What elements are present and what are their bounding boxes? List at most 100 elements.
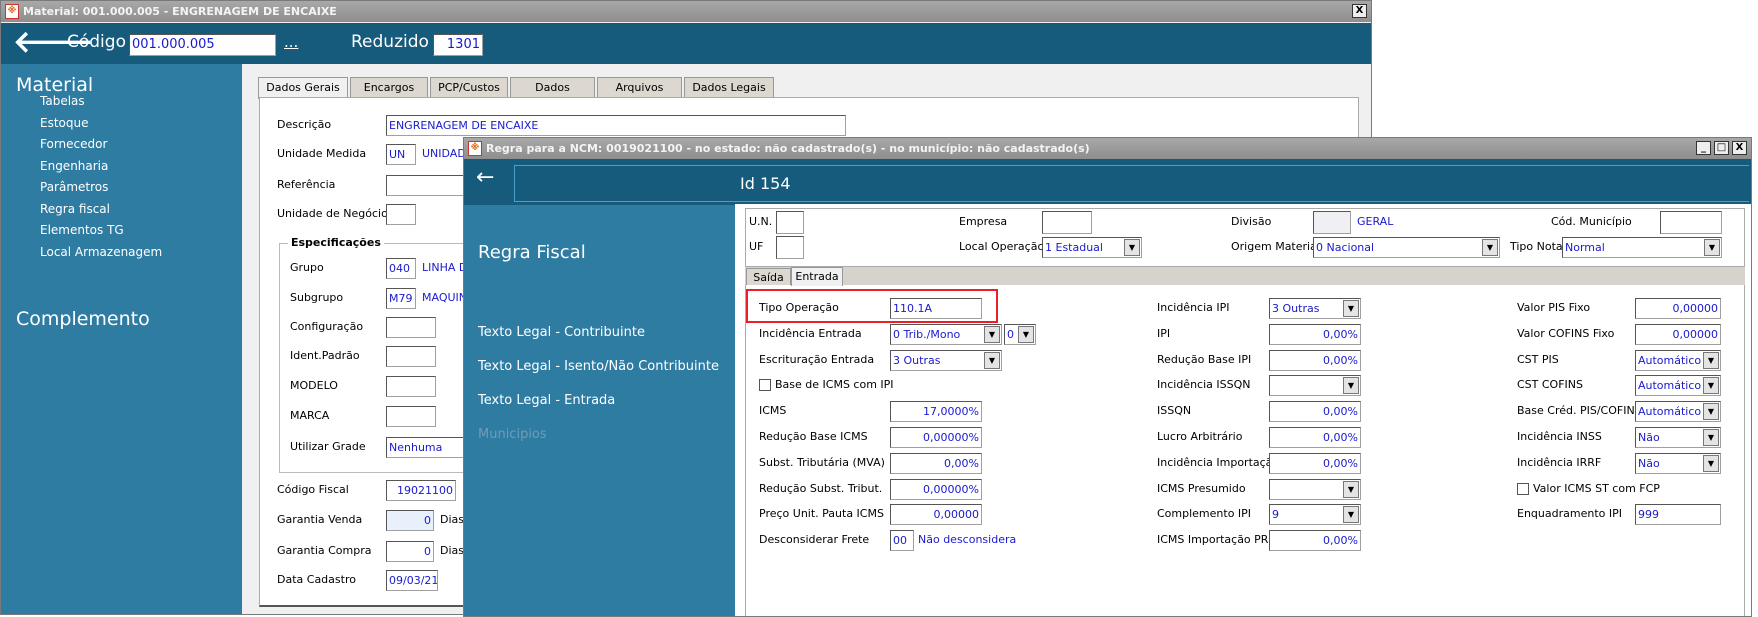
descricao-value-input[interactable]: ENGRENAGEM DE ENCAIXE <box>386 115 846 136</box>
sidebar-item[interactable]: Elementos TG <box>40 223 124 237</box>
empresa-input[interactable] <box>1042 211 1092 234</box>
close-button[interactable]: X <box>1352 4 1367 18</box>
reduc-a-o-subst-tribut-input[interactable]: 0,00000% <box>890 478 982 500</box>
incide-ncia-irrf-select[interactable]: Não ▼ <box>1635 452 1721 474</box>
referencia-input[interactable] <box>386 175 466 196</box>
uf-input[interactable] <box>776 236 804 259</box>
chevron-down-icon[interactable]: ▼ <box>1343 506 1359 524</box>
modelo-input[interactable] <box>386 376 436 397</box>
valor-pis-fixo-input[interactable]: 0,00000 <box>1635 298 1721 319</box>
tab-1[interactable]: Encargos <box>350 77 428 97</box>
codigo-input[interactable]: 001.000.005 <box>129 34 276 56</box>
ipi-input[interactable]: 0,00% <box>1269 323 1361 345</box>
tab-saida[interactable]: Saída <box>746 268 791 285</box>
divisao-input[interactable] <box>1313 211 1351 234</box>
chevron-down-icon[interactable]: ▼ <box>1124 239 1140 256</box>
nav-texto-legal-1[interactable]: Texto Legal - Isento/Não Contribuinte <box>478 359 719 374</box>
sidebar-item[interactable]: Estoque <box>40 116 89 130</box>
sidebar-item[interactable]: Engenharia <box>40 159 108 173</box>
sidebar-item[interactable]: Local Armazenagem <box>40 245 162 259</box>
cst-pis-select[interactable]: Automático ▼ <box>1635 349 1721 371</box>
chevron-down-icon[interactable]: ▼ <box>1343 377 1359 395</box>
desconsiderar-frete-input[interactable]: 00 <box>890 530 914 552</box>
configuracao-label: Configuração <box>290 320 364 333</box>
incide-ncia-entrada-extra-select[interactable]: 0 ▼ <box>1004 323 1036 345</box>
icms-importac-a-o-pr-input[interactable]: 0,00% <box>1269 530 1361 552</box>
sidebar-item[interactable]: Tabelas <box>40 94 85 108</box>
ident-input[interactable] <box>386 346 436 367</box>
incide-ncia-entrada-select[interactable]: 0 Trib./Mono ▼ <box>890 323 1002 345</box>
incide-ncia-importac-a-o-label: Incidência Importação <box>1157 455 1280 469</box>
unidade-value-input[interactable]: UN <box>386 144 416 165</box>
valor-icms-st-com-fcp-checkbox[interactable] <box>1517 482 1529 495</box>
valor-cofins-fixo-input[interactable]: 0,00000 <box>1635 323 1721 345</box>
gar-compra-value-input[interactable]: 0 <box>386 541 434 562</box>
chevron-down-icon[interactable]: ▼ <box>1343 300 1359 317</box>
origem-select[interactable]: 0 Nacional ▼ <box>1313 237 1500 258</box>
tipo-nota-select[interactable]: Normal ▼ <box>1562 237 1722 258</box>
un-input[interactable] <box>776 211 804 234</box>
cod-municipio-input[interactable] <box>1660 211 1722 234</box>
nav-texto-legal-2[interactable]: Texto Legal - Entrada <box>478 393 615 408</box>
app-icon: ※ <box>468 141 482 156</box>
minimize-button[interactable]: _ <box>1696 141 1711 155</box>
prec-o-unit-pauta-icms-input[interactable]: 0,00000 <box>890 504 982 526</box>
chevron-down-icon[interactable]: ▼ <box>1703 377 1719 395</box>
tab-3[interactable]: Dados Adicionais <box>510 77 595 113</box>
incide-ncia-inss-select[interactable]: Não ▼ <box>1635 427 1721 448</box>
icms-presumido-select[interactable]: ▼ <box>1269 478 1361 500</box>
cst-cofins-select[interactable]: Automático ▼ <box>1635 375 1721 397</box>
sidebar-heading-complemento[interactable]: Complemento <box>16 308 150 330</box>
unid-negocio-input[interactable] <box>386 204 416 225</box>
close-button[interactable]: X <box>1732 141 1747 155</box>
chevron-down-icon[interactable]: ▼ <box>1343 480 1359 498</box>
chevron-down-icon[interactable]: ▼ <box>984 351 1000 369</box>
sidebar-item[interactable]: Regra fiscal <box>40 202 110 216</box>
base-cre-d-pis-cofins-select[interactable]: Automático ▼ <box>1635 401 1721 423</box>
local-operacao-select[interactable]: 1 Estadual ▼ <box>1042 237 1142 258</box>
chevron-down-icon[interactable]: ▼ <box>1703 403 1719 421</box>
subgrupo-value-input[interactable]: M79 <box>386 288 416 309</box>
nav-texto-legal-0[interactable]: Texto Legal - Contribuinte <box>478 325 645 340</box>
escriturac-a-o-entrada-select[interactable]: 3 Outras ▼ <box>890 349 1002 371</box>
valor-icms-st-com-fcp-label: Valor ICMS ST com FCP <box>1533 481 1660 495</box>
chevron-down-icon[interactable]: ▼ <box>1704 239 1720 256</box>
subst-tributa-ria-mva-input[interactable]: 0,00% <box>890 452 982 474</box>
incide-ncia-ipi-select[interactable]: 3 Outras ▼ <box>1269 298 1361 319</box>
ipi-label: IPI <box>1157 326 1171 340</box>
tab-entrada[interactable]: Entrada <box>791 267 843 286</box>
valor-cofins-fixo-label: Valor COFINS Fixo <box>1517 326 1615 340</box>
grupo-value-input[interactable]: 040 <box>386 258 416 279</box>
tab-5[interactable]: Dados Legais <box>684 77 774 97</box>
complemento-ipi-select[interactable]: 9 ▼ <box>1269 504 1361 526</box>
tab-0[interactable]: Dados Gerais <box>258 77 348 99</box>
cod-fiscal-value-input[interactable]: 19021100 <box>386 480 456 501</box>
sidebar-item[interactable]: Fornecedor <box>40 137 107 151</box>
reduc-a-o-base-ipi-input[interactable]: 0,00% <box>1269 349 1361 371</box>
issqn-input[interactable]: 0,00% <box>1269 401 1361 423</box>
sidebar-item[interactable]: Parâmetros <box>40 180 108 194</box>
chevron-down-icon[interactable]: ▼ <box>1703 351 1719 369</box>
incide-ncia-issqn-select[interactable]: ▼ <box>1269 375 1361 397</box>
search-ellipsis-link[interactable]: ... <box>284 33 298 51</box>
lucro-arbitra-rio-input[interactable]: 0,00% <box>1269 427 1361 448</box>
chevron-down-icon[interactable]: ▼ <box>1703 454 1719 472</box>
enquadramento-ipi-input[interactable]: 999 <box>1635 504 1721 526</box>
base-de-icms-com-ipi-checkbox[interactable] <box>759 379 771 392</box>
gar-venda-value-input[interactable]: 0 <box>386 510 434 531</box>
icms-input[interactable]: 17,0000% <box>890 401 982 423</box>
back-arrow-icon[interactable]: ← <box>476 165 494 190</box>
maximize-button[interactable]: □ <box>1714 141 1729 155</box>
incide-ncia-importac-a-o-input[interactable]: 0,00% <box>1269 452 1361 474</box>
tab-2[interactable]: PCP/Custos <box>430 77 508 97</box>
reduc-a-o-base-icms-input[interactable]: 0,00000% <box>890 427 982 448</box>
data-value-input[interactable]: 09/03/21 <box>386 570 438 591</box>
tab-4[interactable]: Arquivos <box>597 77 682 97</box>
chevron-down-icon[interactable]: ▼ <box>1482 239 1498 256</box>
chevron-down-icon[interactable]: ▼ <box>984 325 1000 343</box>
reduzido-input[interactable]: 1301 <box>433 34 483 56</box>
chevron-down-icon[interactable]: ▼ <box>1018 325 1034 343</box>
chevron-down-icon[interactable]: ▼ <box>1703 429 1719 446</box>
marca-input[interactable] <box>386 406 436 427</box>
configuracao-input[interactable] <box>386 317 436 338</box>
